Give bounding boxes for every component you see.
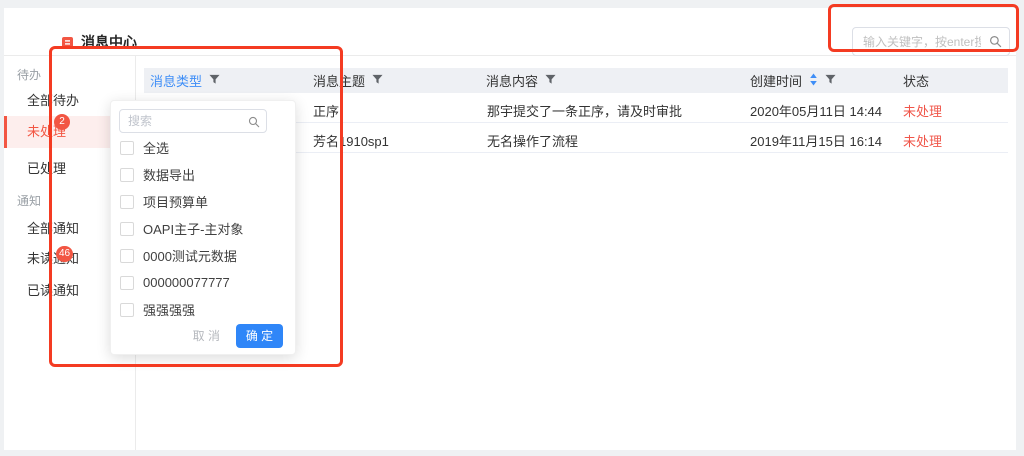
checkbox[interactable]	[120, 303, 134, 317]
column-header-message-subject[interactable]: 消息主题	[313, 68, 383, 93]
unread-count-badge: 46	[56, 246, 73, 262]
table-cell-status: 未处理	[903, 101, 942, 120]
table-cell-content: 无名操作了流程	[487, 131, 578, 150]
filter-option[interactable]: 项目预算单	[111, 188, 295, 215]
filter-popup-footer: 取 消 确 定	[185, 321, 283, 350]
message-type-filter-popup: 全选 数据导出 项目预算单 OAPI主子-主对象 0000测试元数据 00000…	[110, 100, 296, 355]
global-search-input[interactable]	[852, 27, 1010, 56]
search-icon[interactable]	[248, 115, 260, 133]
cancel-button[interactable]: 取 消	[185, 321, 228, 350]
filter-search-input[interactable]	[119, 109, 267, 133]
column-header-message-content[interactable]: 消息内容	[486, 68, 556, 93]
sidebar-section-todo: 待办	[17, 66, 41, 83]
search-icon[interactable]	[989, 35, 1002, 53]
confirm-button[interactable]: 确 定	[236, 324, 283, 348]
column-label: 消息主题	[313, 71, 365, 90]
top-bar: 消息中心	[4, 8, 1016, 56]
filter-option[interactable]: 强强强强	[111, 296, 295, 323]
checkbox[interactable]	[120, 195, 134, 209]
filter-option-label: 全选	[143, 138, 169, 157]
filter-funnel-icon[interactable]	[545, 73, 556, 88]
column-header-status: 状态	[903, 68, 929, 93]
table-header-row	[144, 68, 1008, 93]
filter-option-label: 000000077777	[143, 275, 230, 290]
table-cell-subject: 芳名1910sp1	[313, 131, 389, 150]
filter-option-label: OAPI主子-主对象	[143, 219, 243, 238]
filter-funnel-icon[interactable]	[372, 73, 383, 88]
column-header-message-type[interactable]: 消息类型	[150, 68, 220, 93]
filter-option[interactable]: 数据导出	[111, 161, 295, 188]
filter-option[interactable]: 0000测试元数据	[111, 242, 295, 269]
column-label: 消息内容	[486, 71, 538, 90]
checkbox[interactable]	[120, 222, 134, 236]
unprocessed-count-badge: 2	[54, 114, 70, 130]
filter-search	[119, 109, 267, 133]
filter-option-label: 数据导出	[143, 165, 195, 184]
table-cell-subject: 正序	[313, 101, 339, 120]
table-cell-content: 那宇提交了一条正序，请及时审批	[487, 101, 682, 120]
table-cell-created: 2020年05月11日 14:44	[750, 101, 882, 120]
filter-option-list: 全选 数据导出 项目预算单 OAPI主子-主对象 0000测试元数据 00000…	[111, 134, 295, 323]
filter-option-select-all[interactable]: 全选	[111, 134, 295, 161]
checkbox[interactable]	[120, 276, 134, 290]
app-logo-icon	[62, 35, 73, 46]
table-cell-status: 未处理	[903, 131, 942, 150]
filter-option[interactable]: 000000077777	[111, 269, 295, 296]
column-header-created-time[interactable]: 创建时间	[750, 68, 836, 93]
checkbox[interactable]	[120, 141, 134, 155]
column-label: 创建时间	[750, 71, 802, 90]
filter-option[interactable]: OAPI主子-主对象	[111, 215, 295, 242]
filter-funnel-icon[interactable]	[209, 73, 220, 88]
filter-option-label: 项目预算单	[143, 192, 208, 211]
page-title: 消息中心	[81, 32, 137, 52]
table-cell-created: 2019年11月15日 16:14	[750, 131, 882, 150]
column-label: 消息类型	[150, 71, 202, 90]
filter-option-label: 0000测试元数据	[143, 246, 237, 265]
column-label: 状态	[903, 71, 929, 90]
sort-icon[interactable]	[809, 73, 818, 89]
global-search	[852, 27, 1010, 56]
filter-option-label: 强强强强	[143, 300, 195, 319]
checkbox[interactable]	[120, 168, 134, 182]
sidebar-section-notice: 通知	[17, 192, 41, 209]
filter-funnel-icon[interactable]	[825, 73, 836, 88]
checkbox[interactable]	[120, 249, 134, 263]
